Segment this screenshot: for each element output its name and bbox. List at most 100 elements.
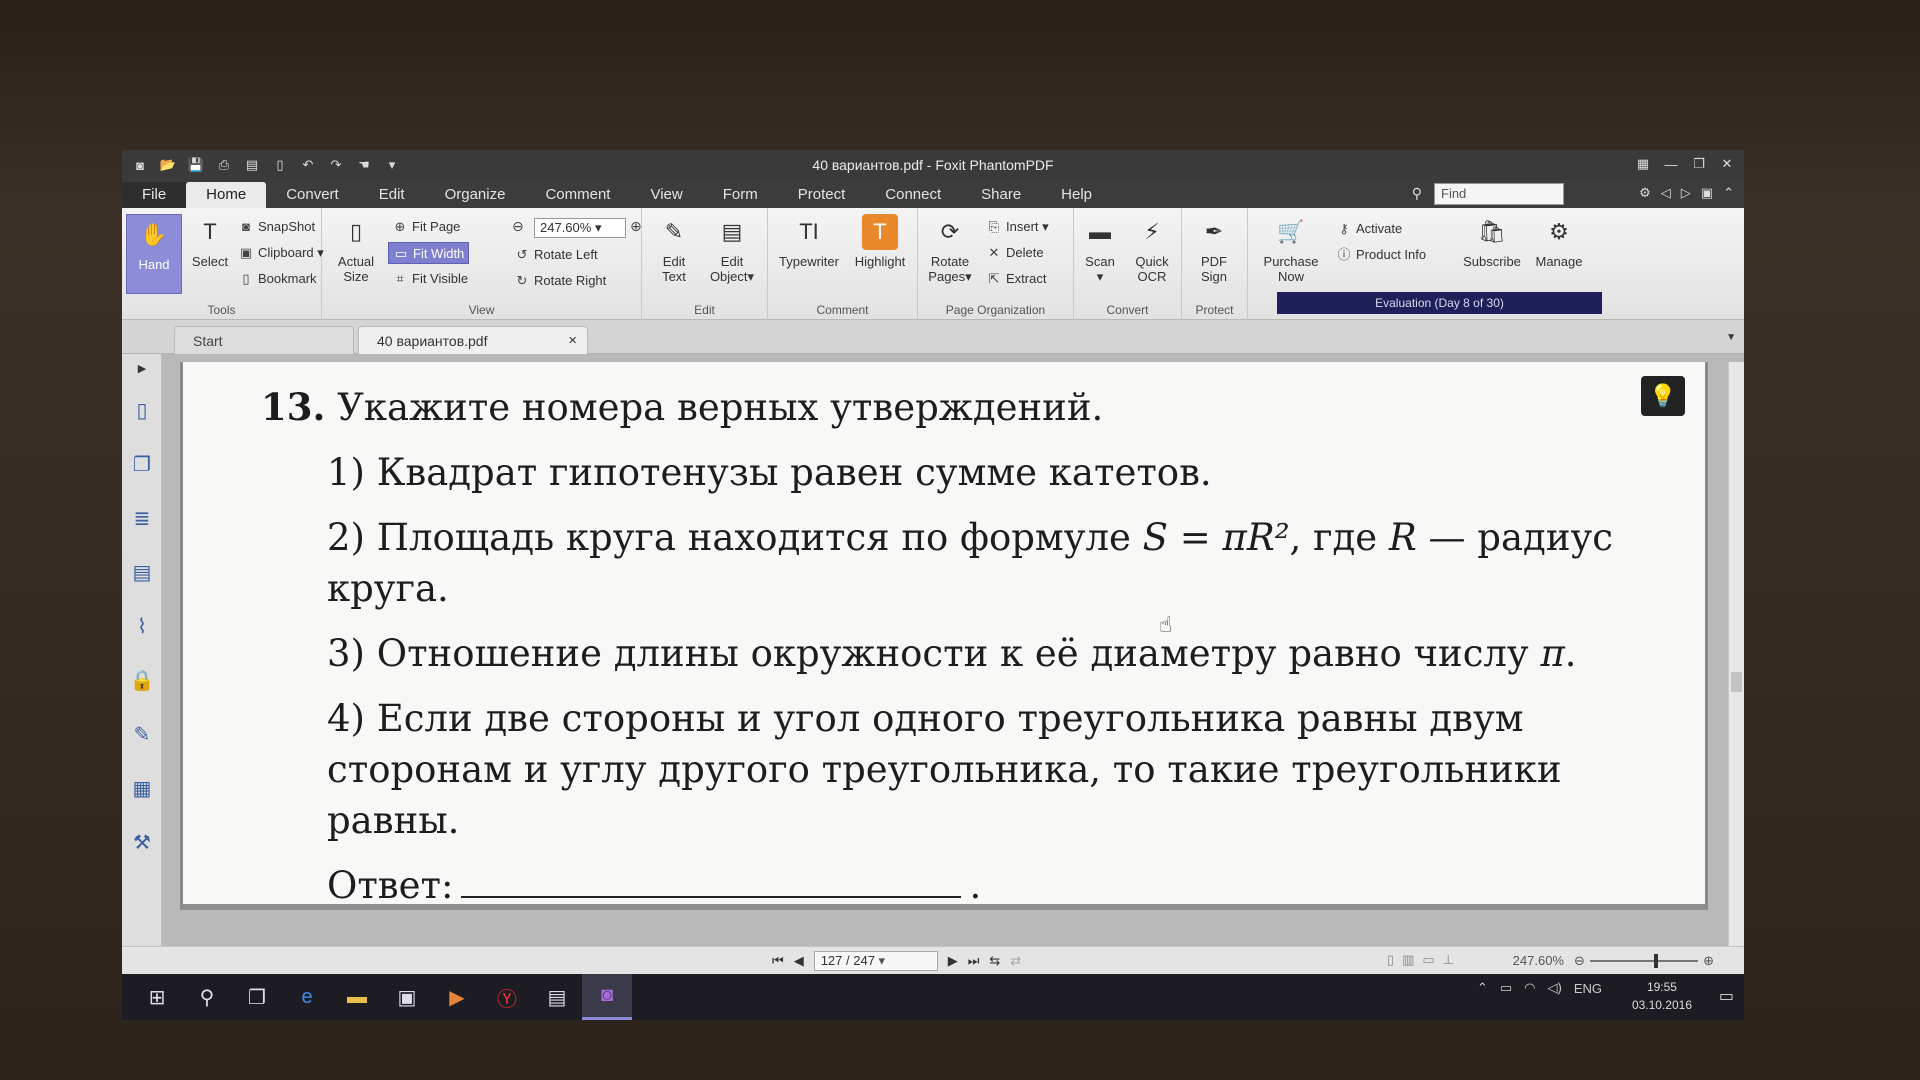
bookmark-button[interactable]: ▯ Bookmark [234,268,321,290]
fields-icon[interactable]: ▦ [122,762,162,816]
snapshot-button[interactable]: ◙ SnapShot [234,216,319,238]
select-button[interactable]: T Select [182,214,238,269]
thumbnails-icon[interactable]: ❐ [122,438,162,492]
search-icon[interactable]: ⚲ [182,974,232,1020]
tab-document[interactable]: 40 вариантов.pdf × [358,326,588,354]
collapse-ribbon-icon[interactable]: ⌃ [1723,185,1734,201]
foxit-taskbar-icon[interactable]: ◙ [582,974,632,1020]
rotate-pages-button[interactable]: ⟳ Rotate Pages▾ [922,214,978,284]
edge-browser-icon[interactable]: e [282,974,332,1020]
tab-view[interactable]: View [630,182,702,208]
continuous-page-icon[interactable]: ▥ [1402,952,1414,968]
first-page-icon[interactable]: ⏮ [772,953,784,969]
app-icon[interactable]: ▤ [532,974,582,1020]
task-view-icon[interactable]: ❐ [232,974,282,1020]
expand-panel-icon[interactable]: ▶ [122,354,162,384]
print-icon[interactable]: ⎙ [214,156,234,174]
actual-size-button[interactable]: ▯ Actual Size [328,214,384,284]
tab-protect[interactable]: Protect [778,182,866,208]
activate-button[interactable]: ⚷ Activate [1332,218,1406,240]
previous-view-icon[interactable]: ⇆ [989,953,1000,969]
rotate-right-button[interactable]: ↻ Rotate Right [510,270,610,292]
wifi-icon[interactable]: ◠ [1524,980,1535,996]
pdf-page[interactable]: 13. Укажите номера верных утверждений. 1… [180,362,1708,910]
lightbulb-icon[interactable]: 💡 [1641,376,1685,416]
edit-object-button[interactable]: ▤ Edit Object▾ [704,214,760,284]
facing-page-icon[interactable]: ▭ [1422,952,1434,968]
document-viewport[interactable]: 13. Укажите номера верных утверждений. 1… [162,354,1744,946]
quick-ocr-button[interactable]: ⚡ Quick OCR [1126,214,1178,284]
signatures-icon[interactable]: ✎ [122,708,162,762]
page-number-field[interactable]: 127 / 247 ▾ [813,951,938,971]
last-page-icon[interactable]: ⏭ [968,953,980,969]
zoom-field[interactable]: 247.60% ▾ [534,218,626,238]
zoom-out-icon[interactable]: ⊖ [512,218,524,235]
forward-icon[interactable]: ▷ [1681,185,1691,201]
insert-button[interactable]: ⎘ Insert ▾ [982,216,1053,238]
scrollbar-thumb[interactable] [1731,672,1742,692]
pages-panel-icon[interactable]: ▯ [122,384,162,438]
tools-panel-icon[interactable]: ⚒ [122,816,162,870]
open-icon[interactable]: 📂 [158,156,178,174]
media-player-icon[interactable]: ▶ [432,974,482,1020]
subscribe-button[interactable]: 🛍 Subscribe [1460,214,1524,269]
store-icon[interactable]: ▣ [382,974,432,1020]
single-page-icon[interactable]: ▯ [1387,952,1394,968]
extract-button[interactable]: ⇱ Extract [982,268,1050,290]
zoom-minus-icon[interactable]: ⊖ [1574,953,1585,969]
find-icon[interactable]: ⚲ [1412,185,1422,202]
clipboard-button[interactable]: ▣ Clipboard ▾ [234,242,328,264]
battery-icon[interactable]: ▭ [1500,980,1512,996]
zoom-in-icon[interactable]: ⊕ [630,218,642,235]
minimize-button[interactable]: — [1660,154,1682,174]
hand-small-icon[interactable]: ☚ [354,156,374,174]
tab-share[interactable]: Share [961,182,1041,208]
save-icon[interactable]: 💾 [186,156,206,174]
redo-icon[interactable]: ↷ [326,156,346,174]
tab-edit[interactable]: Edit [359,182,425,208]
fit-width-button[interactable]: ▭ Fit Width [388,242,470,264]
file-explorer-icon[interactable]: ▬ [332,974,382,1020]
yandex-browser-icon[interactable]: Ⓨ [482,974,532,1020]
scan-button[interactable]: ▬ Scan ▾ [1074,214,1126,284]
customize-qat-icon[interactable]: ▾ [382,156,402,174]
product-info-button[interactable]: ⓘ Product Info [1332,244,1430,266]
edit-text-button[interactable]: ✎ Edit Text [646,214,702,284]
account-icon[interactable]: ▣ [1701,185,1713,201]
delete-button[interactable]: ✕ Delete [982,242,1048,264]
tab-help[interactable]: Help [1041,182,1112,208]
undo-icon[interactable]: ↶ [298,156,318,174]
manage-button[interactable]: ⚙ Manage [1528,214,1590,269]
zoom-slider-knob[interactable] [1654,954,1658,968]
settings-icon[interactable]: ⚙ [1639,185,1651,201]
close-button[interactable]: ✕ [1716,154,1738,174]
zoom-status[interactable]: 247.60% [1513,953,1564,968]
comments-panel-icon[interactable]: ▤ [122,546,162,600]
tab-start[interactable]: Start [174,326,354,354]
hand-button[interactable]: ✋ Hand [126,214,182,294]
fit-visible-button[interactable]: ⌗ Fit Visible [388,268,472,290]
continuous-facing-icon[interactable]: ⊥ [1443,952,1454,968]
vertical-scrollbar[interactable] [1728,362,1744,946]
scan-small-icon[interactable]: ▤ [242,156,262,174]
zoom-slider[interactable]: ⊖ ⊕ [1574,953,1714,969]
layers-icon[interactable]: ≣ [122,492,162,546]
prev-page-icon[interactable]: ◀ [794,953,804,969]
tab-home[interactable]: Home [186,182,267,208]
close-tab-icon[interactable]: × [568,327,577,355]
volume-icon[interactable]: ◁) [1548,980,1562,996]
rotate-left-button[interactable]: ↺ Rotate Left [510,244,602,266]
zoom-plus-icon[interactable]: ⊕ [1703,953,1714,969]
tray-chevron-icon[interactable]: ⌃ [1477,980,1488,996]
typewriter-button[interactable]: TI Typewriter [774,214,844,269]
next-page-icon[interactable]: ▶ [948,953,958,969]
find-input[interactable]: Find [1434,183,1564,205]
tab-comment[interactable]: Comment [525,182,630,208]
back-icon[interactable]: ◁ [1661,185,1671,201]
restore-button[interactable]: ❐ [1688,154,1710,174]
tab-connect[interactable]: Connect [865,182,961,208]
language-indicator[interactable]: ENG [1574,981,1602,996]
pdf-sign-button[interactable]: ✒ PDF Sign [1186,214,1242,284]
purchase-now-button[interactable]: 🛒 Purchase Now [1256,214,1326,284]
tab-convert[interactable]: Convert [266,182,359,208]
